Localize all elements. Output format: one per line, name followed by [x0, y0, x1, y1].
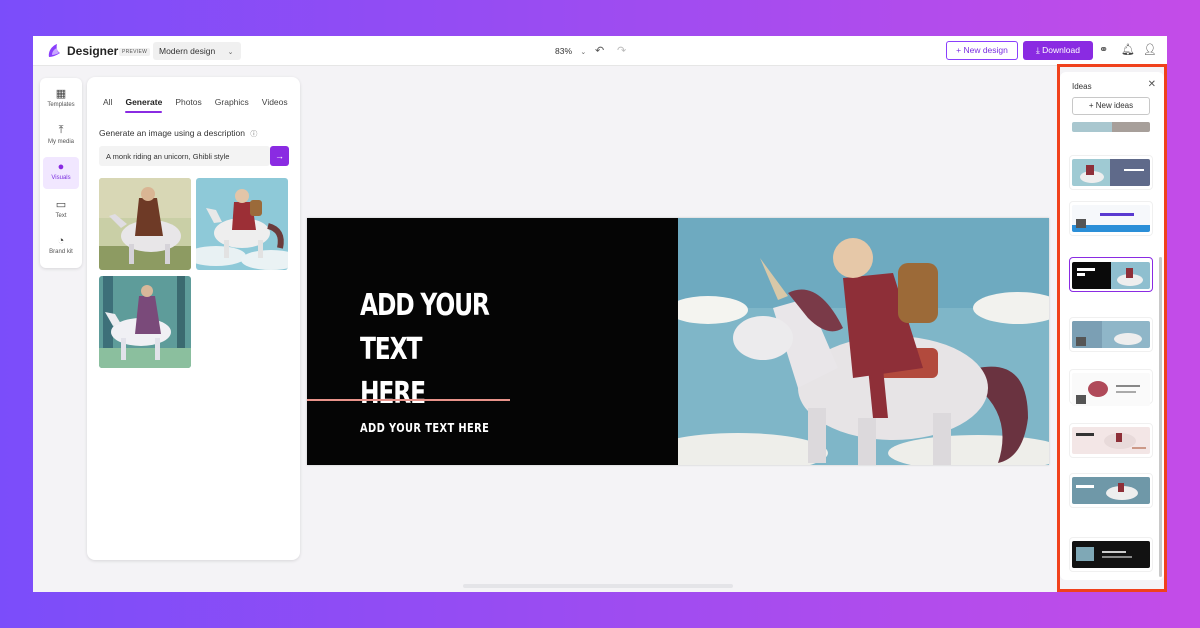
idea-thumbnail-1-art — [1072, 122, 1150, 132]
new-design-label: New design — [963, 45, 1008, 55]
ideas-panel: Ideas ✕ + New ideas — [1060, 72, 1164, 580]
brand-kit-icon: ◔ — [57, 235, 65, 247]
idea-thumbnail-7[interactable] — [1072, 427, 1150, 454]
generate-label: Generate an image using a description ⓘ — [99, 128, 257, 139]
idea-thumbnail-2-art — [1072, 159, 1150, 186]
prompt-input[interactable] — [99, 146, 270, 166]
top-bar: Designer PREVIEW Modern design ⌄ 83% ⌄ ↶… — [33, 36, 1167, 66]
rail-item-visuals[interactable]: ● Visuals — [43, 157, 79, 189]
tab-generate[interactable]: Generate — [125, 97, 162, 113]
close-icon[interactable]: ✕ — [1148, 79, 1156, 90]
idea-thumbnail-9-art — [1072, 541, 1150, 568]
tab-photos[interactable]: Photos — [175, 97, 201, 113]
text-icon: ▭ — [55, 199, 67, 211]
upload-icon: ⤒ — [58, 124, 64, 136]
account-icon[interactable]: 👤︎ — [1143, 43, 1157, 56]
canvas-headline-line-2: HERE — [360, 376, 426, 411]
rail-item-brand-kit[interactable]: ◔ Brand kit — [43, 231, 79, 263]
info-icon[interactable]: ⓘ — [250, 131, 257, 138]
new-design-button[interactable]: + New design — [946, 41, 1018, 60]
download-label: Download — [1042, 45, 1080, 55]
idea-thumbnail-4-selected[interactable] — [1072, 262, 1150, 289]
rail-label: Text — [55, 213, 67, 219]
rail-item-my-media[interactable]: ⤒ My media — [43, 120, 79, 152]
canvas-headline-line-1: ADD YOUR TEXT — [360, 288, 490, 367]
design-type-label: Modern design — [159, 46, 216, 56]
designer-app: Designer PREVIEW Modern design ⌄ 83% ⌄ ↶… — [33, 36, 1167, 592]
generate-submit-button[interactable]: → — [270, 146, 289, 166]
canvas-text-area[interactable]: ADD YOUR TEXT HERE ADD YOUR TEXT HERE — [307, 218, 678, 465]
preview-badge: PREVIEW — [119, 48, 151, 56]
canvas-headline[interactable]: ADD YOUR TEXT HERE — [360, 284, 532, 416]
rail-item-templates[interactable]: ▦ Templates — [43, 83, 79, 115]
idea-thumbnail-6[interactable] — [1072, 373, 1150, 406]
chevron-down-icon: ⌄ — [580, 49, 587, 56]
tab-graphics[interactable]: Graphics — [215, 97, 249, 113]
zoom-level: 83% — [555, 46, 573, 56]
zoom-dropdown[interactable]: 83% ⌄ — [555, 46, 586, 56]
idea-thumbnail-8[interactable] — [1072, 477, 1150, 504]
app-brand: Designer — [67, 44, 119, 58]
designer-logo-icon — [48, 44, 60, 57]
generated-image-1[interactable] — [99, 178, 191, 270]
idea-thumbnail-2[interactable] — [1072, 159, 1150, 186]
canvas-subtext[interactable]: ADD YOUR TEXT HERE — [360, 421, 489, 435]
notification-icon[interactable]: 🔔︎ — [1121, 43, 1135, 56]
idea-thumbnail-9[interactable] — [1072, 541, 1150, 568]
generated-image-2[interactable] — [196, 178, 288, 270]
canvas-accent-line[interactable] — [307, 399, 510, 401]
ideas-scrollbar[interactable] — [1159, 257, 1162, 577]
design-canvas[interactable]: ADD YOUR TEXT HERE ADD YOUR TEXT HERE — [307, 218, 1049, 465]
idea-thumbnail-4-art — [1072, 262, 1150, 289]
idea-thumbnail-6-art — [1072, 373, 1150, 406]
templates-icon: ▦ — [55, 88, 67, 100]
rail-label: My media — [47, 139, 74, 145]
generate-label-text: Generate an image using a description — [99, 128, 246, 138]
tab-all[interactable]: All — [103, 97, 112, 113]
rail-item-text[interactable]: ▭ Text — [43, 194, 79, 226]
monk-unicorn-illustration — [678, 218, 1049, 465]
visuals-panel: All Generate Photos Graphics Videos Gene… — [87, 77, 300, 560]
generated-image-3-art — [99, 276, 191, 368]
idea-thumbnail-3[interactable] — [1072, 205, 1150, 232]
arrow-right-icon: → — [275, 151, 284, 161]
ideas-title: Ideas — [1072, 82, 1092, 91]
visuals-icon: ● — [57, 161, 65, 173]
redo-icon[interactable]: ↷ — [617, 44, 626, 57]
left-rail: ▦ Templates ⤒ My media ● Visuals ▭ Text … — [40, 78, 82, 268]
plus-icon: + — [1088, 101, 1096, 110]
generated-image-1-art — [99, 178, 191, 270]
share-icon[interactable]: ⚭ — [1099, 43, 1108, 56]
idea-thumbnail-7-art — [1072, 427, 1150, 454]
idea-thumbnail-3-art — [1072, 205, 1150, 232]
undo-icon[interactable]: ↶ — [595, 44, 604, 57]
idea-thumbnail-8-art — [1072, 477, 1150, 504]
canvas-image[interactable] — [678, 218, 1049, 465]
new-ideas-button[interactable]: + New ideas — [1072, 97, 1150, 115]
visuals-tabs: All Generate Photos Graphics Videos — [103, 97, 288, 113]
download-button[interactable]: ⤓ Download — [1023, 41, 1093, 60]
rail-label: Visuals — [51, 175, 71, 181]
new-ideas-label: New ideas — [1095, 101, 1134, 110]
idea-thumbnail-5[interactable] — [1072, 321, 1150, 348]
idea-thumbnail-1[interactable] — [1072, 122, 1150, 132]
tab-videos[interactable]: Videos — [262, 97, 288, 113]
generated-image-3[interactable] — [99, 276, 191, 368]
chevron-down-icon: ⌄ — [227, 49, 234, 56]
rail-label: Templates — [47, 102, 75, 108]
design-type-dropdown[interactable]: Modern design ⌄ — [153, 42, 242, 60]
canvas-scrollbar[interactable] — [463, 584, 733, 588]
generated-image-2-art — [196, 178, 288, 270]
idea-thumbnail-5-art — [1072, 321, 1150, 348]
rail-label: Brand kit — [49, 249, 73, 255]
